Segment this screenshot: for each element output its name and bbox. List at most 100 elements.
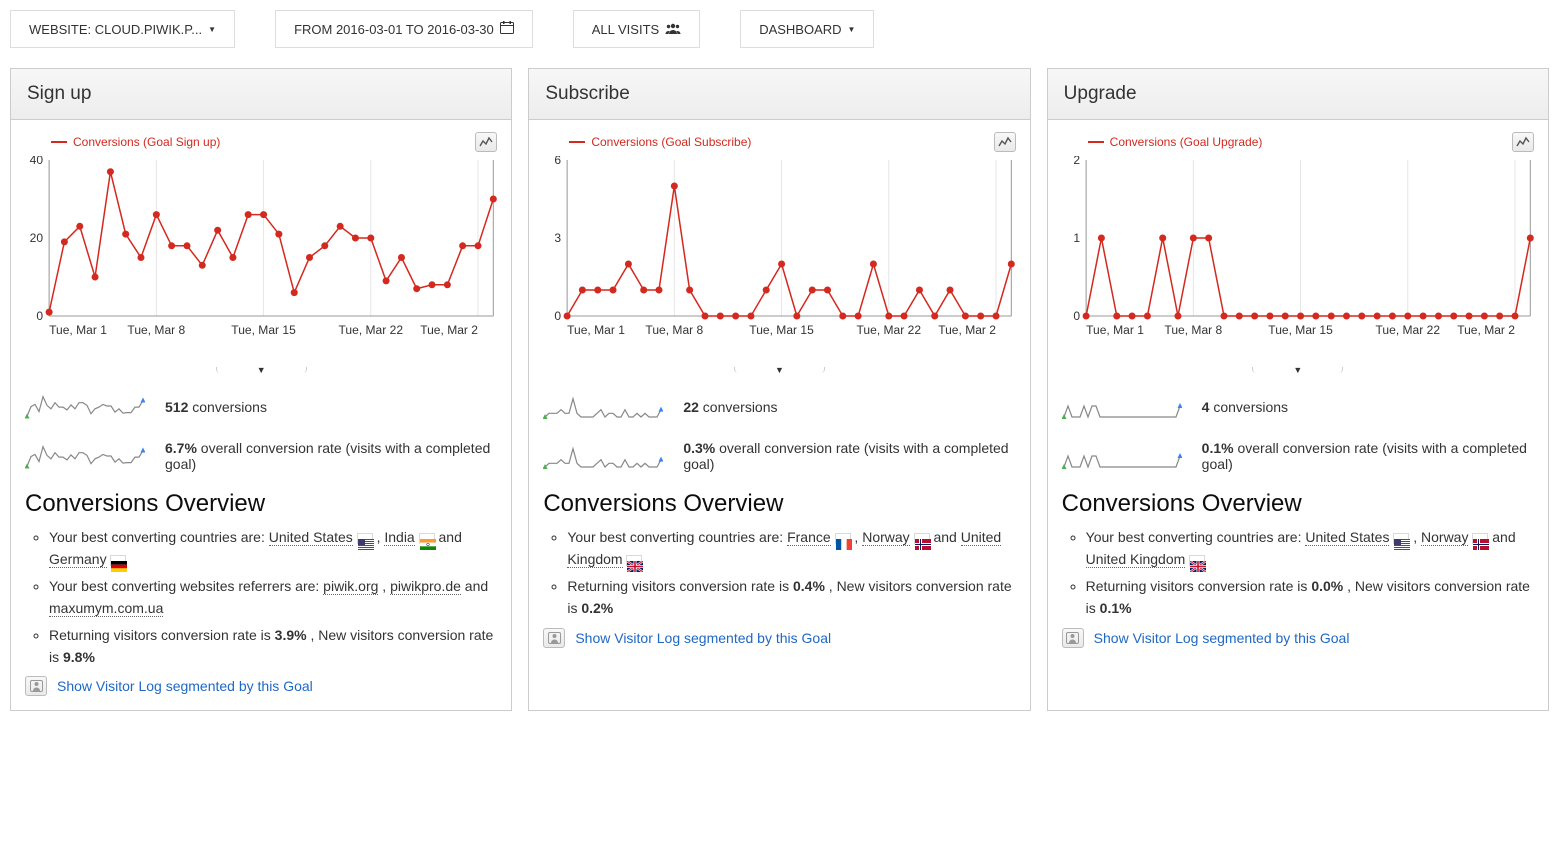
legend-label: Conversions (Goal Sign up): [73, 135, 220, 149]
overview-list: Your best converting countries are: Unit…: [25, 526, 497, 668]
legend-label: Conversions (Goal Upgrade): [1110, 135, 1263, 149]
svg-text:1: 1: [1073, 231, 1080, 245]
widgets-container: Sign up Conversions (Goal Sign up) Tue, …: [10, 68, 1549, 711]
referrer-link[interactable]: maxumym.com.ua: [49, 600, 163, 617]
date-range-selector[interactable]: FROM 2016-03-01 TO 2016-03-30: [275, 10, 533, 48]
overview-countries: Your best converting countries are: Unit…: [49, 526, 497, 571]
overview-rates: Returning visitors conversion rate is 0.…: [1086, 575, 1534, 620]
svg-text:2: 2: [1073, 156, 1080, 167]
dashboard-label: DASHBOARD: [759, 22, 841, 37]
svg-text:6: 6: [555, 156, 562, 167]
date-range-label: FROM 2016-03-01 TO 2016-03-30: [294, 22, 494, 37]
metric-rate: 6.7% overall conversion rate (visits wit…: [25, 440, 497, 472]
svg-text:Tue, Mar 15: Tue, Mar 15: [750, 323, 815, 336]
svg-text:Tue, Mar 8: Tue, Mar 8: [127, 323, 185, 336]
country-link[interactable]: United States: [1305, 529, 1389, 546]
sparkline-icon: [25, 391, 145, 422]
country-link[interactable]: Norway: [862, 529, 909, 546]
metric-rate: 0.3% overall conversion rate (visits wit…: [543, 440, 1015, 472]
legend-swatch: [569, 141, 585, 143]
svg-text:0: 0: [1073, 309, 1080, 323]
new-rate: 0.2%: [581, 600, 613, 616]
visitor-log-row: Show Visitor Log segmented by this Goal: [543, 628, 1015, 648]
widget-title: Sign up: [11, 69, 511, 120]
new-rate: 9.8%: [63, 649, 95, 665]
website-selector-label: WEBSITE: CLOUD.PIWIK.P...: [29, 22, 202, 37]
sparkline-icon: [543, 391, 663, 422]
chart-toggle-button[interactable]: [994, 132, 1016, 152]
sparkline-icon: [1062, 441, 1182, 472]
legend-swatch: [51, 141, 67, 143]
overview-list: Your best converting countries are: Unit…: [1062, 526, 1534, 620]
country-link[interactable]: Germany: [49, 551, 107, 568]
overview-title: Conversions Overview: [543, 490, 1015, 518]
referrer-link[interactable]: piwik.org: [323, 578, 378, 595]
visits-selector[interactable]: ALL VISITS: [573, 10, 700, 48]
visitor-log-row: Show Visitor Log segmented by this Goal: [25, 676, 497, 696]
sparkline-icon: [1062, 391, 1182, 422]
visitor-log-link[interactable]: Show Visitor Log segmented by this Goal: [575, 630, 831, 646]
visitor-log-row: Show Visitor Log segmented by this Goal: [1062, 628, 1534, 648]
country-link[interactable]: France: [787, 529, 831, 546]
overview-title: Conversions Overview: [25, 490, 497, 518]
chart: Tue, Mar 1 Tue, Mar 8 Tue, Mar 15 Tue, M…: [543, 156, 1015, 339]
chart-toggle-button[interactable]: [475, 132, 497, 152]
metric-conversions: 22 conversions: [543, 391, 1015, 422]
widget-subscribe: Subscribe Conversions (Goal Subscribe) T…: [528, 68, 1030, 711]
legend-label: Conversions (Goal Subscribe): [591, 135, 751, 149]
chart: Tue, Mar 1 Tue, Mar 8 Tue, Mar 15 Tue, M…: [1062, 156, 1534, 339]
calendar-icon: [500, 21, 514, 37]
person-icon: [25, 676, 47, 696]
svg-text:3: 3: [555, 231, 562, 245]
metric-conversions: 512 conversions: [25, 391, 497, 422]
caret-down-icon: ▼: [208, 25, 216, 34]
expand-toggle[interactable]: ▼: [1252, 367, 1343, 373]
widget-upgrade: Upgrade Conversions (Goal Upgrade) Tue, …: [1047, 68, 1549, 711]
metric-text: 512 conversions: [165, 399, 267, 415]
legend-swatch: [1088, 141, 1104, 143]
expand-toggle[interactable]: ▼: [734, 367, 825, 373]
dashboard-selector[interactable]: DASHBOARD ▼: [740, 10, 874, 48]
visitor-log-link[interactable]: Show Visitor Log segmented by this Goal: [1094, 630, 1350, 646]
chart-legend: Conversions (Goal Subscribe): [569, 132, 1015, 152]
chart-legend: Conversions (Goal Sign up): [51, 132, 497, 152]
svg-text:Tue, Mar 2: Tue, Mar 2: [1457, 323, 1515, 336]
svg-text:Tue, Mar 22: Tue, Mar 22: [857, 323, 922, 336]
expand-bar: ▼: [1062, 367, 1534, 373]
expand-bar: ▼: [543, 367, 1015, 373]
widget-sign-up: Sign up Conversions (Goal Sign up) Tue, …: [10, 68, 512, 711]
chart-toggle-button[interactable]: [1512, 132, 1534, 152]
country-link[interactable]: United States: [269, 529, 353, 546]
metric-text: 22 conversions: [683, 399, 777, 415]
svg-text:Tue, Mar 8: Tue, Mar 8: [646, 323, 704, 336]
caret-down-icon: ▼: [848, 25, 856, 34]
overview-referrers: Your best converting websites referrers …: [49, 575, 497, 620]
expand-bar: ▼: [25, 367, 497, 373]
referrer-link[interactable]: piwikpro.de: [390, 578, 461, 595]
metric-text: 0.3% overall conversion rate (visits wit…: [683, 440, 1015, 472]
visits-label: ALL VISITS: [592, 22, 659, 37]
svg-text:40: 40: [30, 156, 44, 167]
visitor-log-link[interactable]: Show Visitor Log segmented by this Goal: [57, 678, 313, 694]
returning-rate: 0.0%: [1311, 578, 1343, 594]
svg-text:20: 20: [30, 231, 44, 245]
expand-toggle[interactable]: ▼: [216, 367, 307, 373]
svg-text:Tue, Mar 1: Tue, Mar 1: [1086, 323, 1144, 336]
overview-title: Conversions Overview: [1062, 490, 1534, 518]
overview-list: Your best converting countries are: Fran…: [543, 526, 1015, 620]
svg-text:Tue, Mar 22: Tue, Mar 22: [1375, 323, 1440, 336]
country-link[interactable]: United Kingdom: [1086, 551, 1186, 568]
person-icon: [1062, 628, 1084, 648]
chart: Tue, Mar 1 Tue, Mar 8 Tue, Mar 15 Tue, M…: [25, 156, 497, 339]
widget-title: Subscribe: [529, 69, 1029, 120]
website-selector[interactable]: WEBSITE: CLOUD.PIWIK.P... ▼: [10, 10, 235, 48]
svg-text:Tue, Mar 1: Tue, Mar 1: [567, 323, 625, 336]
sparkline-icon: [25, 441, 145, 472]
person-icon: [543, 628, 565, 648]
country-link[interactable]: India: [384, 529, 414, 546]
svg-text:0: 0: [555, 309, 562, 323]
svg-text:0: 0: [36, 309, 43, 323]
country-link[interactable]: Norway: [1421, 529, 1468, 546]
svg-text:Tue, Mar 15: Tue, Mar 15: [231, 323, 296, 336]
metric-text: 6.7% overall conversion rate (visits wit…: [165, 440, 497, 472]
